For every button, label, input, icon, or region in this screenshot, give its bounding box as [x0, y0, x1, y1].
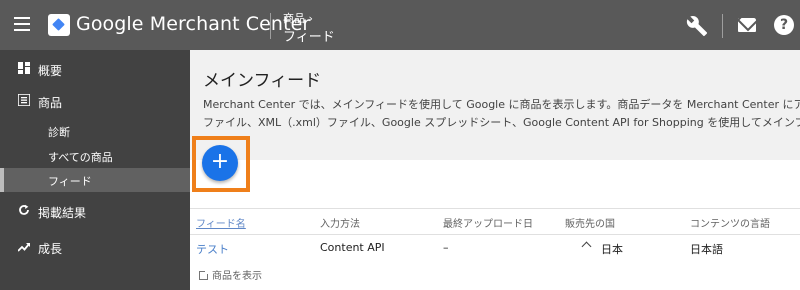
breadcrumb-parent[interactable]: 商品 › — [283, 10, 313, 26]
sidebar-item-feeds[interactable]: フィード — [0, 168, 190, 192]
sidebar-item-label: 診断 — [48, 126, 70, 139]
column-header-feed-name[interactable]: フィード名 — [196, 215, 246, 230]
last-upload-cell: – — [443, 241, 449, 254]
active-indicator — [0, 168, 4, 192]
sidebar-item-performance[interactable]: 掲載結果 — [0, 202, 190, 224]
page-title: メインフィード — [203, 71, 322, 91]
sidebar-item-overview[interactable]: 概要 — [0, 60, 190, 82]
sidebar-item-label: 概要 — [38, 64, 63, 78]
sidebar-item-label: すべての商品 — [48, 151, 113, 164]
column-header-language[interactable]: コンテンツの言語 — [690, 215, 770, 230]
column-header-input-method[interactable]: 入力方法 — [320, 215, 360, 230]
wrench-icon[interactable] — [686, 15, 708, 37]
sync-icon — [19, 204, 29, 215]
sidebar-item-label: 成長 — [38, 242, 63, 256]
description-line-1: Merchant Center では、メインフィードを使用して Google に… — [203, 98, 800, 111]
brand-title: Google Merchant Center — [76, 13, 311, 35]
header-divider — [270, 13, 271, 39]
description: Merchant Center では、メインフィードを使用して Google に… — [203, 96, 800, 132]
sidebar-item-label: フィード — [48, 175, 92, 188]
sidebar-item-growth[interactable]: 成長 — [0, 238, 190, 260]
menu-icon[interactable] — [14, 17, 30, 31]
view-products-label: 商品を表示 — [212, 271, 262, 282]
header-divider-right — [722, 14, 723, 38]
trending-up-icon — [18, 243, 30, 252]
description-line-2: ファイル、XML（.xml）ファイル、Google スプレッドシート、Googl… — [203, 116, 800, 129]
list-icon — [18, 94, 30, 106]
table-row-divider — [190, 234, 800, 235]
top-app-bar: Google Merchant Center 商品 › フィード ? — [0, 0, 800, 50]
breadcrumb-current: フィード — [283, 30, 335, 45]
feed-name-link[interactable]: テスト — [196, 241, 229, 257]
help-icon[interactable]: ? — [774, 15, 794, 35]
sidebar-item-all-products[interactable]: すべての商品 — [0, 145, 190, 167]
country-cell: 日本 — [601, 243, 623, 256]
sidebar-item-products[interactable]: 商品 — [0, 92, 190, 114]
language-cell: 日本語 — [690, 243, 723, 256]
dashboard-icon — [18, 62, 30, 74]
mail-icon[interactable] — [738, 18, 756, 32]
add-feed-button[interactable]: + — [202, 145, 238, 181]
column-header-last-upload[interactable]: 最終アップロード日 — [443, 215, 533, 230]
sidebar-item-diagnostics[interactable]: 診断 — [0, 120, 190, 142]
sidebar-item-label: 掲載結果 — [38, 206, 87, 220]
main-content: メインフィード Merchant Center では、メインフィードを使用して … — [190, 50, 800, 290]
sidebar-item-label: 商品 — [38, 96, 63, 110]
sidebar: 概要 商品 診断 すべての商品 フィード 掲載結果 成長 — [0, 50, 190, 290]
input-method-cell: Content API — [320, 241, 385, 254]
table-header-divider — [190, 208, 800, 209]
merchant-center-logo-icon — [48, 14, 70, 36]
column-header-country[interactable]: 販売先の国 — [565, 215, 615, 230]
view-products-link[interactable]: 商品を表示 — [199, 267, 262, 282]
external-link-icon — [199, 270, 209, 280]
